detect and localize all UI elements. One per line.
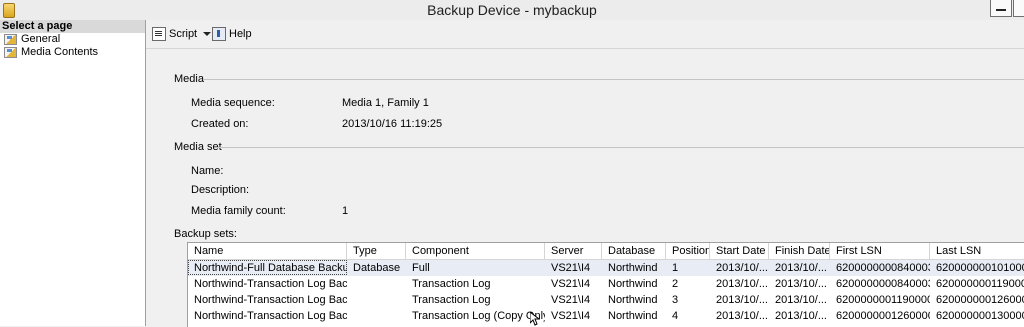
table-cell-database: Northwind <box>608 310 658 322</box>
script-icon <box>152 27 166 41</box>
column-header-type[interactable]: Type <box>347 243 406 259</box>
table-cell-start-date: 2013/10/... <box>716 310 768 322</box>
table-cell-finish-date: 2013/10/... <box>775 294 827 306</box>
table-cell-position: 4 <box>672 310 679 322</box>
title-bar: Backup Device - mybackup <box>0 0 1024 21</box>
column-header-server[interactable]: Server <box>545 243 602 259</box>
page-item-label: General <box>21 33 61 45</box>
script-label: Script <box>169 28 198 40</box>
table-cell-type <box>347 292 406 308</box>
table-cell-component: Full <box>412 262 430 274</box>
table-cell-type <box>347 308 406 324</box>
created-on-label: Created on: <box>191 118 249 130</box>
table-cell-last-lsn: 62000000012600001 <box>936 294 1024 306</box>
table-row[interactable]: Northwind-Transaction Log Backup Transact… <box>188 276 1024 292</box>
section-divider <box>216 147 1024 148</box>
table-cell-type <box>347 276 406 292</box>
restore-button[interactable] <box>1013 0 1024 17</box>
column-header-start-date[interactable]: Start Date <box>710 243 769 259</box>
column-header-position[interactable]: Position <box>666 243 710 259</box>
backup-sets-label: Backup sets: <box>174 228 237 240</box>
table-cell-name: Northwind-Transaction Log Backup <box>194 278 347 290</box>
column-header-component[interactable]: Component <box>406 243 545 259</box>
table-cell-last-lsn: 62000000010100001 <box>936 262 1024 274</box>
column-header-first-lsn[interactable]: First LSN <box>830 243 930 259</box>
table-cell-component: Transaction Log <box>412 278 491 290</box>
table-row[interactable]: Northwind-Transaction Log Backup Transact… <box>188 308 1024 324</box>
table-cell-server: VS21\I4 <box>551 294 591 306</box>
chevron-down-icon[interactable] <box>203 32 212 36</box>
minimize-button[interactable] <box>990 0 1012 17</box>
table-cell-finish-date: 2013/10/... <box>775 310 827 322</box>
backup-sets-grid[interactable]: Name Type Component Server Database Position S… <box>187 242 1024 327</box>
help-icon <box>212 27 226 41</box>
column-header-name[interactable]: Name <box>188 243 347 259</box>
table-cell-start-date: 2013/10/... <box>716 262 768 274</box>
table-cell-database: Northwind <box>608 294 658 306</box>
script-button[interactable]: Script <box>152 26 212 42</box>
table-cell-server: VS21\I4 <box>551 262 591 274</box>
table-cell-database: Northwind <box>608 278 658 290</box>
table-cell-finish-date: 2013/10/... <box>775 262 827 274</box>
table-cell-position: 3 <box>672 294 679 306</box>
column-header-last-lsn[interactable]: Last LSN <box>930 243 1024 259</box>
page-item-general[interactable]: General <box>0 33 145 46</box>
grid-header: Name Type Component Server Database Position S… <box>188 243 1024 260</box>
table-cell-database: Northwind <box>608 262 658 274</box>
page-icon <box>4 47 17 58</box>
table-cell-server: VS21\I4 <box>551 310 591 322</box>
table-cell-name: Northwind-Transaction Log Backup <box>194 310 347 322</box>
page-item-media-contents[interactable]: Media Contents <box>0 46 145 59</box>
table-cell-name: Northwind-Full Database Backup <box>194 262 347 274</box>
table-row[interactable]: Northwind-Full Database Backup Database Fu… <box>188 260 1024 276</box>
table-cell-first-lsn: 62000000012600001 <box>836 310 930 322</box>
table-cell-server: VS21\I4 <box>551 278 591 290</box>
table-cell-component: Transaction Log (Copy Only) <box>412 310 545 322</box>
media-family-count-label: Media family count: <box>191 205 286 217</box>
media-set-section-label: Media set <box>174 141 222 153</box>
table-cell-first-lsn: 62000000008400037 <box>836 262 930 274</box>
table-cell-type: Database <box>353 262 401 274</box>
media-sequence-value: Media 1, Family 1 <box>342 97 429 109</box>
table-cell-position: 2 <box>672 278 679 290</box>
table-cell-finish-date: 2013/10/... <box>775 278 827 290</box>
table-cell-last-lsn: 62000000013000001 <box>936 310 1024 322</box>
column-header-database[interactable]: Database <box>602 243 666 259</box>
select-page-pane: Select a page General Media Contents <box>0 20 146 326</box>
table-cell-start-date: 2013/10/... <box>716 278 768 290</box>
table-cell-start-date: 2013/10/... <box>716 294 768 306</box>
media-family-count-value: 1 <box>342 205 349 217</box>
table-cell-name: Northwind-Transaction Log Backup <box>194 294 347 306</box>
toolbar: Script Help <box>146 20 1024 49</box>
media-sequence-label: Media sequence: <box>191 97 275 109</box>
media-set-description-label: Description: <box>191 184 250 196</box>
created-on-value: 2013/10/16 11:19:25 <box>342 118 443 130</box>
window-title: Backup Device - mybackup <box>427 2 597 18</box>
help-label: Help <box>229 28 252 40</box>
media-set-name-label: Name: <box>191 165 224 177</box>
table-cell-component: Transaction Log <box>412 294 491 306</box>
table-row[interactable]: Northwind-Transaction Log Backup Transact… <box>188 292 1024 308</box>
media-section-label: Media <box>174 73 204 85</box>
page-item-label: Media Contents <box>21 46 99 58</box>
table-cell-first-lsn: 62000000011900001 <box>836 294 930 306</box>
table-cell-position: 1 <box>672 262 679 274</box>
help-button[interactable]: Help <box>212 26 252 42</box>
table-cell-last-lsn: 62000000011900001 <box>936 278 1024 290</box>
column-header-finish-date[interactable]: Finish Date <box>769 243 830 259</box>
table-cell-first-lsn: 62000000008400037 <box>836 278 930 290</box>
page-icon <box>4 34 17 45</box>
section-divider <box>204 79 1024 80</box>
select-page-header: Select a page <box>0 20 145 33</box>
main-pane: Script Help Media Media sequence: Media … <box>146 20 1024 327</box>
